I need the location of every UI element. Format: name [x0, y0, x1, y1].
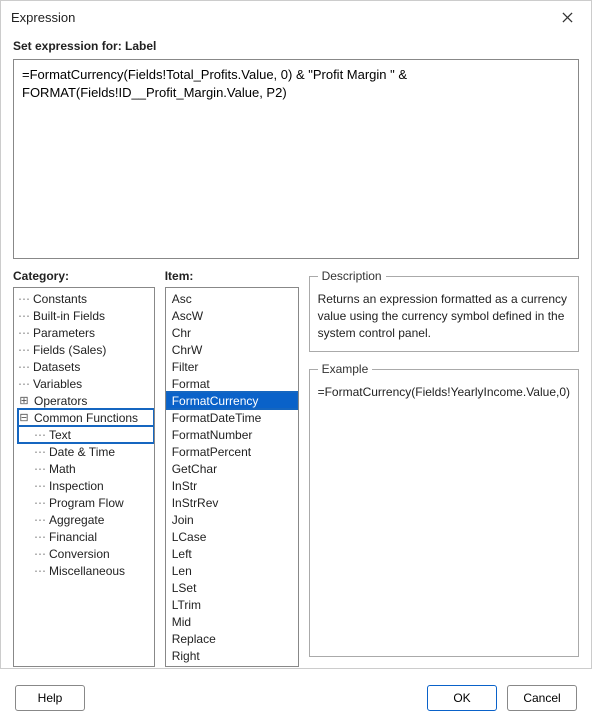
dialog-title: Expression [11, 10, 75, 25]
tree-item-financial[interactable]: ⋯Financial [18, 528, 154, 545]
list-item[interactable]: FormatNumber [166, 426, 298, 443]
list-item[interactable]: InStr [166, 477, 298, 494]
tree-item-common-functions[interactable]: ⊟Common Functions [18, 409, 154, 426]
description-group: Description Returns an expression format… [309, 269, 579, 352]
tree-dash-icon: ⋯ [18, 292, 28, 306]
list-item[interactable]: LSet [166, 579, 298, 596]
list-item[interactable]: Mid [166, 613, 298, 630]
tree-item-text[interactable]: ⋯Text [18, 426, 154, 443]
list-item[interactable]: Asc [166, 290, 298, 307]
tree-dash-icon: ⋯ [34, 428, 44, 442]
tree-dash-icon: ⋯ [18, 326, 28, 340]
tree-item-datasets[interactable]: ⋯Datasets [18, 358, 154, 375]
tree-dash-icon: ⋯ [18, 343, 28, 357]
tree-item-datetime[interactable]: ⋯Date & Time [18, 443, 154, 460]
list-item[interactable]: ChrW [166, 341, 298, 358]
list-item[interactable]: GetChar [166, 460, 298, 477]
tree-dash-icon: ⋯ [34, 479, 44, 493]
tree-item-conversion[interactable]: ⋯Conversion [18, 545, 154, 562]
item-column: Item: AscAscWChrChrWFilterFormatFormatCu… [165, 269, 299, 667]
expand-icon[interactable]: ⊞ [18, 395, 30, 407]
category-tree[interactable]: ⋯Constants ⋯Built-in Fields ⋯Parameters … [13, 287, 155, 667]
dialog-button-row: Help OK Cancel [1, 675, 591, 725]
expression-dialog: Expression Set expression for: Label Cat… [0, 0, 592, 669]
list-item[interactable]: LTrim [166, 596, 298, 613]
list-item[interactable]: LCase [166, 528, 298, 545]
ok-button[interactable]: OK [427, 685, 497, 711]
tree-item-variables[interactable]: ⋯Variables [18, 375, 154, 392]
list-item[interactable]: FormatDateTime [166, 409, 298, 426]
tree-dash-icon: ⋯ [34, 530, 44, 544]
list-item[interactable]: Chr [166, 324, 298, 341]
tree-dash-icon: ⋯ [34, 496, 44, 510]
close-icon [562, 12, 573, 23]
tree-dash-icon: ⋯ [34, 445, 44, 459]
tree-dash-icon: ⋯ [34, 564, 44, 578]
description-legend: Description [318, 269, 386, 283]
description-column: Description Returns an expression format… [309, 269, 579, 667]
title-bar: Expression [1, 1, 591, 33]
list-item[interactable]: AscW [166, 307, 298, 324]
list-item[interactable]: Filter [166, 358, 298, 375]
tree-dash-icon: ⋯ [34, 462, 44, 476]
tree-item-program-flow[interactable]: ⋯Program Flow [18, 494, 154, 511]
help-button[interactable]: Help [15, 685, 85, 711]
description-text: Returns an expression formatted as a cur… [318, 291, 570, 341]
category-column: Category: ⋯Constants ⋯Built-in Fields ⋯P… [13, 269, 155, 667]
tree-dash-icon: ⋯ [34, 547, 44, 561]
tree-dash-icon: ⋯ [18, 360, 28, 374]
tree-dash-icon: ⋯ [18, 377, 28, 391]
example-group: Example =FormatCurrency(Fields!YearlyInc… [309, 362, 579, 657]
item-listbox[interactable]: AscAscWChrChrWFilterFormatFormatCurrency… [165, 287, 299, 667]
list-item[interactable]: Join [166, 511, 298, 528]
list-item[interactable]: Replace [166, 630, 298, 647]
list-item[interactable]: FormatPercent [166, 443, 298, 460]
tree-item-parameters[interactable]: ⋯Parameters [18, 324, 154, 341]
cancel-button[interactable]: Cancel [507, 685, 577, 711]
close-button[interactable] [553, 7, 581, 27]
tree-item-aggregate[interactable]: ⋯Aggregate [18, 511, 154, 528]
collapse-icon[interactable]: ⊟ [18, 412, 30, 424]
tree-dash-icon: ⋯ [34, 513, 44, 527]
list-item[interactable]: Right [166, 647, 298, 664]
tree-item-math[interactable]: ⋯Math [18, 460, 154, 477]
tree-dash-icon: ⋯ [18, 309, 28, 323]
tree-item-builtin[interactable]: ⋯Built-in Fields [18, 307, 154, 324]
tree-item-operators[interactable]: ⊞Operators [18, 392, 154, 409]
list-item[interactable]: Len [166, 562, 298, 579]
set-expression-label: Set expression for: Label [13, 39, 579, 53]
example-text: =FormatCurrency(Fields!YearlyIncome.Valu… [318, 384, 570, 401]
tree-item-misc[interactable]: ⋯Miscellaneous [18, 562, 154, 579]
example-legend: Example [318, 362, 373, 376]
list-item[interactable]: InStrRev [166, 494, 298, 511]
category-label: Category: [13, 269, 155, 283]
tree-item-fields[interactable]: ⋯Fields (Sales) [18, 341, 154, 358]
list-item[interactable]: Format [166, 375, 298, 392]
list-item[interactable]: Left [166, 545, 298, 562]
tree-item-inspection[interactable]: ⋯Inspection [18, 477, 154, 494]
list-item[interactable]: FormatCurrency [166, 392, 298, 409]
expression-input[interactable] [13, 59, 579, 259]
item-label: Item: [165, 269, 299, 283]
tree-item-constants[interactable]: ⋯Constants [18, 290, 154, 307]
